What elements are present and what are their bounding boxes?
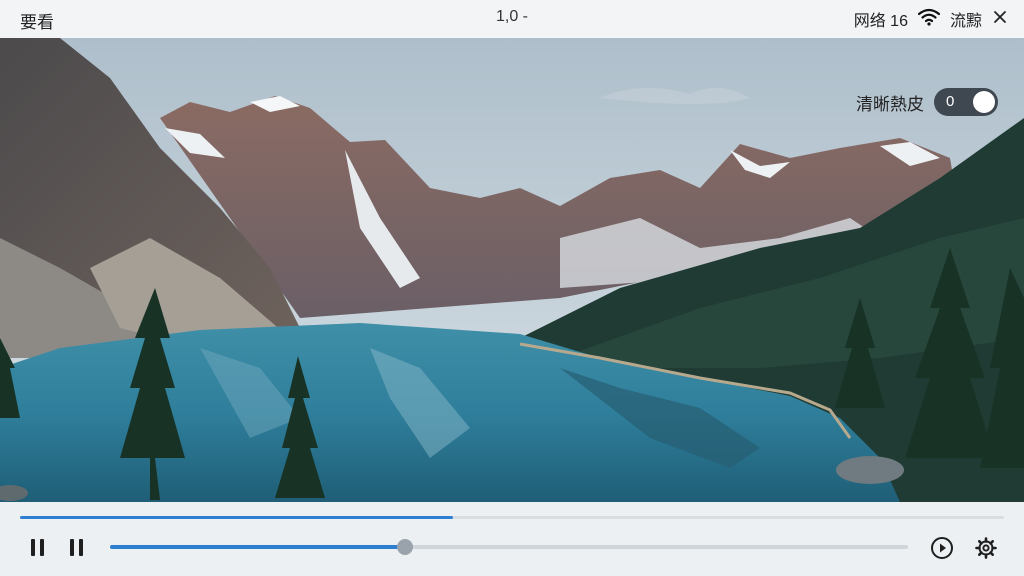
controls-row	[0, 532, 1024, 562]
gear-icon[interactable]	[974, 536, 998, 560]
seek-bar[interactable]	[110, 539, 908, 555]
buffer-progress-fill	[20, 516, 453, 519]
video-player-window: 要看 1,0 - 网络 16 流黥 清晰熱皮 0	[0, 0, 1024, 576]
toggle-value: 0	[946, 93, 955, 110]
network-label: 网络 16	[853, 13, 908, 30]
pause-icon-secondary[interactable]	[66, 536, 86, 558]
quality-toggle[interactable]: 0	[934, 88, 998, 116]
seek-thumb[interactable]	[397, 539, 414, 555]
pause-icon[interactable]	[27, 536, 47, 558]
toggle-knob	[973, 91, 995, 113]
mode-label[interactable]: 流黥	[950, 7, 982, 31]
close-icon[interactable]	[992, 9, 1008, 30]
status-area: 网络 16 流黥	[854, 7, 1008, 31]
app-title: 要看	[20, 13, 54, 32]
title-bar: 要看 1,0 - 网络 16 流黥	[0, 0, 1024, 38]
wifi-icon	[917, 8, 941, 31]
play-circle-icon[interactable]	[930, 536, 954, 560]
quality-label: 清晰熱皮	[856, 94, 924, 114]
seek-bar-fill	[110, 545, 406, 549]
video-frame[interactable]: 清晰熱皮 0	[0, 38, 1024, 502]
buffer-progress-bar[interactable]	[20, 516, 1004, 519]
quality-toggle-group: 清晰熱皮 0	[856, 88, 998, 116]
control-bar	[0, 502, 1024, 576]
